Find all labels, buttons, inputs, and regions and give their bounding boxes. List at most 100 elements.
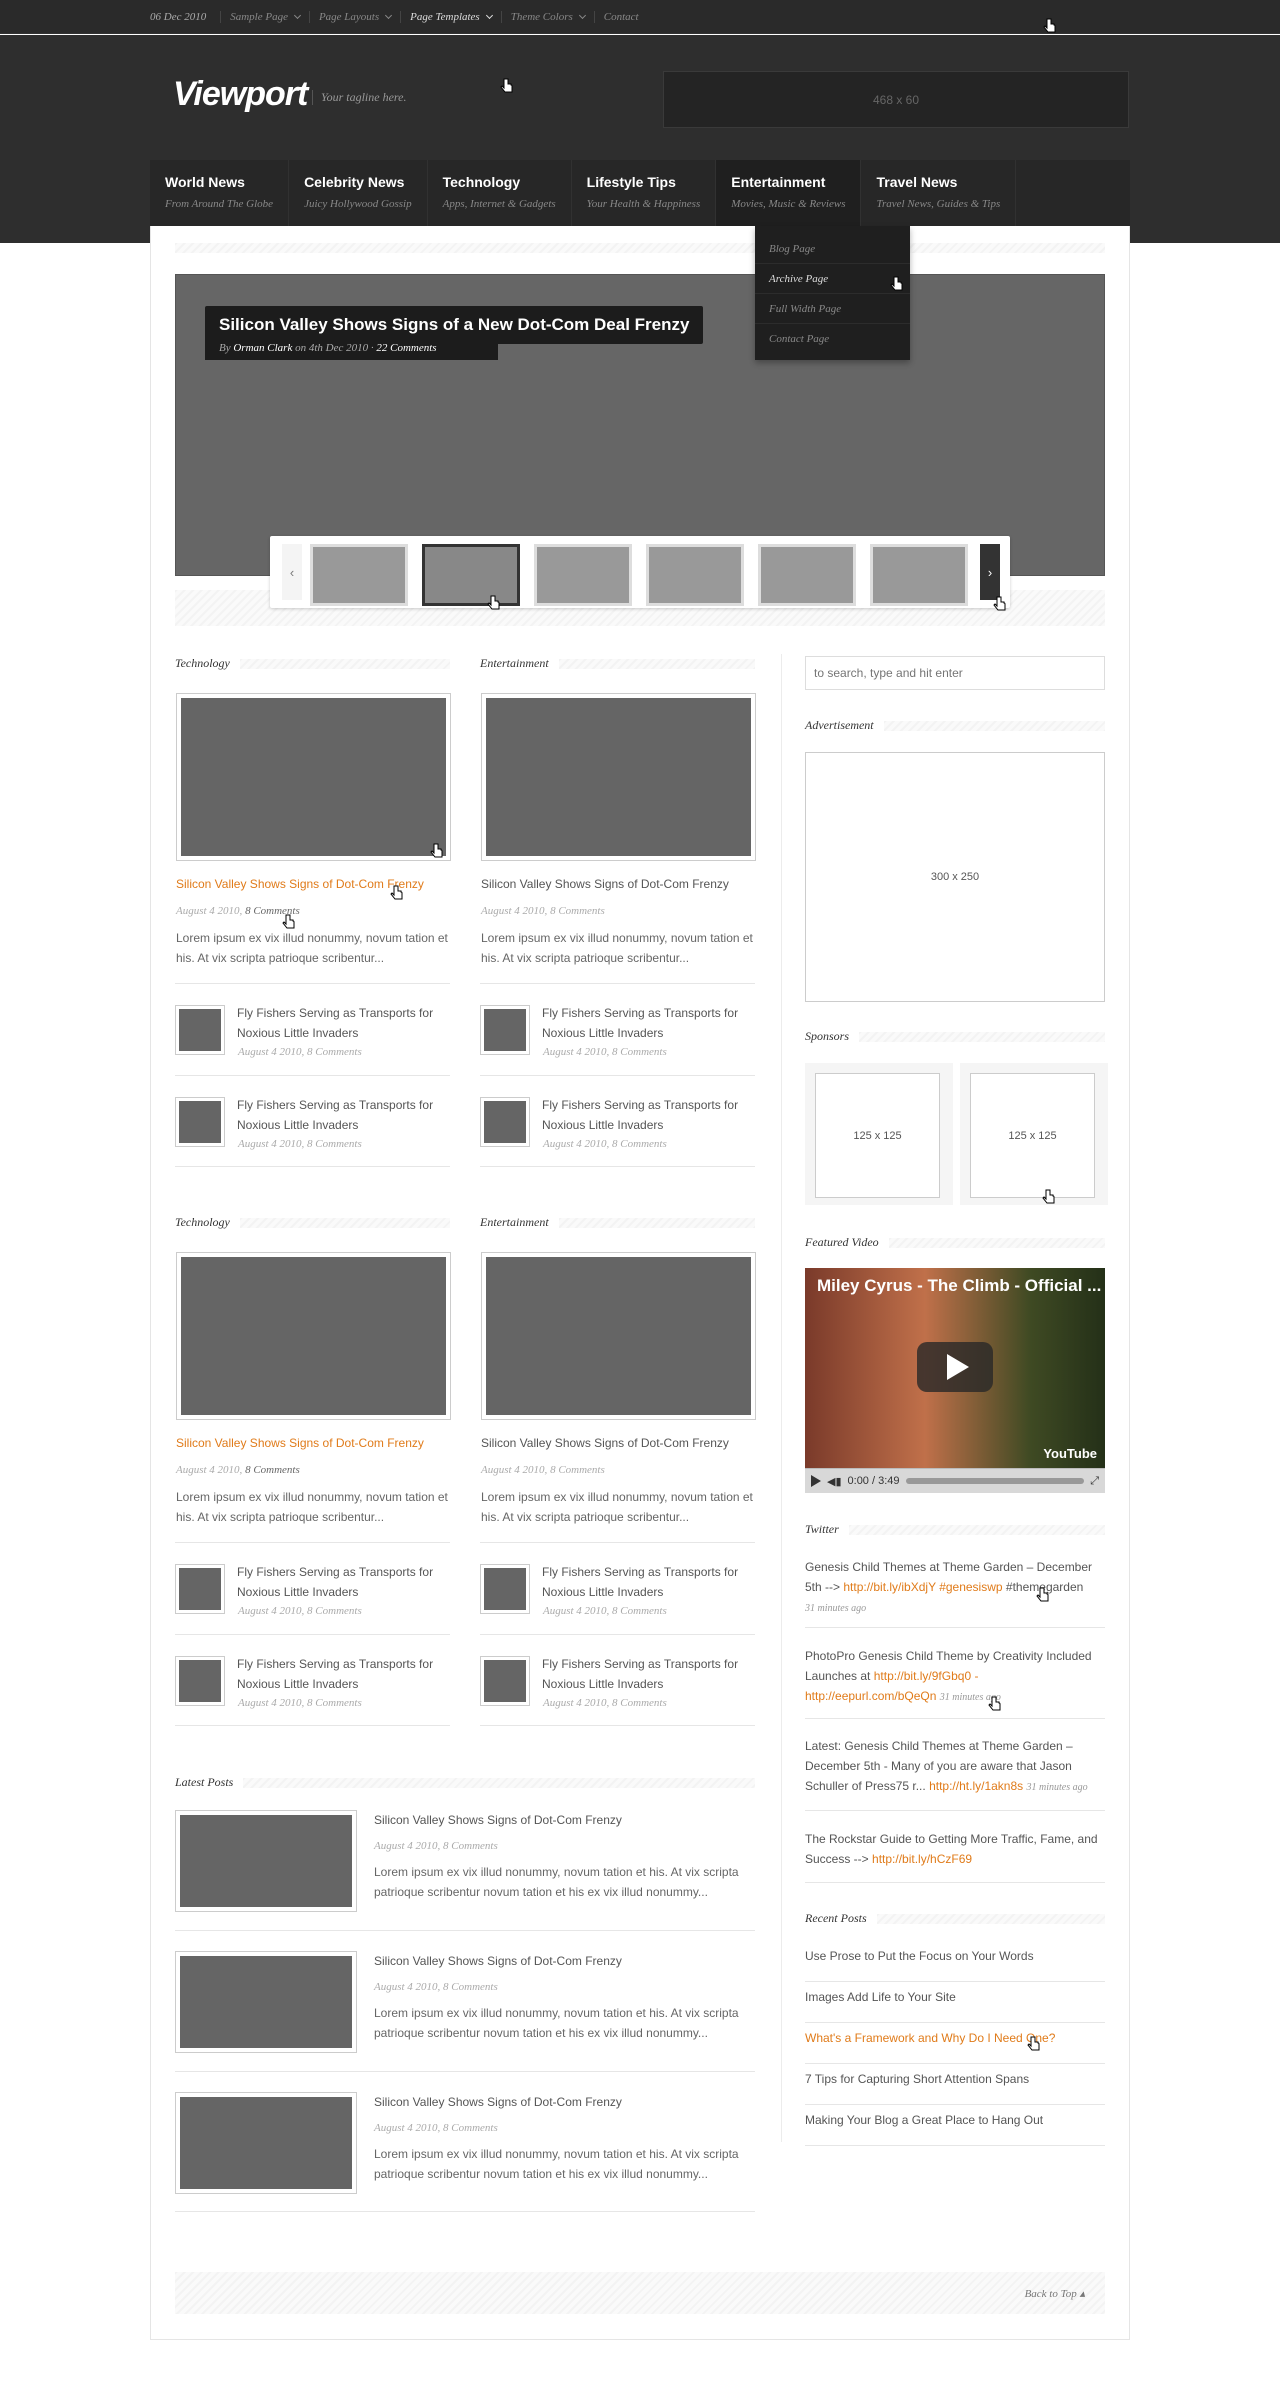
slider-next-button[interactable]: › — [980, 544, 1000, 600]
volume-icon[interactable]: ◀▮ — [827, 1475, 842, 1488]
video-progress-bar[interactable] — [905, 1478, 1085, 1484]
small-post-title[interactable]: Fly Fishers Serving as Transports for No… — [237, 1095, 447, 1135]
slider-thumbnail[interactable] — [534, 544, 632, 606]
post-comments-link[interactable]: 8 Comments — [245, 1464, 300, 1476]
top-link-contact[interactable]: Contact — [593, 11, 648, 23]
chevron-down-icon — [485, 11, 493, 20]
sponsor-ad-125x125[interactable]: 125 x 125 — [970, 1073, 1095, 1198]
post-image[interactable] — [176, 1252, 451, 1420]
latest-post-title[interactable]: Silicon Valley Shows Signs of Dot-Com Fr… — [374, 2095, 622, 2109]
pointer-cursor-icon — [1036, 1587, 1049, 1602]
dropdown-item-full-width-page[interactable]: Full Width Page — [755, 294, 910, 324]
post-image[interactable] — [481, 693, 756, 861]
pointer-cursor-icon — [890, 276, 903, 291]
post-thumbnail[interactable] — [175, 1656, 225, 1706]
nav-item-entertainment[interactable]: Entertainment Movies, Music & Reviews — [716, 160, 862, 226]
top-link-page-layouts[interactable]: Page Layouts — [308, 11, 400, 23]
post-thumbnail[interactable] — [175, 1005, 225, 1055]
post-thumbnail[interactable] — [480, 1564, 530, 1614]
slider-thumbnail[interactable] — [870, 544, 968, 606]
slider-comments-link[interactable]: 22 Comments — [376, 342, 436, 354]
post-thumbnail[interactable] — [480, 1005, 530, 1055]
sidebar-divider — [781, 654, 782, 2142]
pointer-cursor-icon — [500, 78, 513, 93]
tweet-link[interactable]: http://bit.ly/ibXdjY #genesiswp — [843, 1580, 1002, 1594]
separator — [480, 983, 755, 984]
top-link-theme-colors[interactable]: Theme Colors — [500, 11, 594, 23]
slider-author-link[interactable]: Orman Clark — [233, 342, 292, 354]
search-input[interactable] — [805, 656, 1105, 690]
small-post-meta: August 4 2010, 8 Comments — [543, 1046, 667, 1058]
post-meta: August 4 2010, 8 Comments — [176, 1464, 300, 1476]
post-thumbnail[interactable] — [480, 1656, 530, 1706]
post-title[interactable]: Silicon Valley Shows Signs of Dot-Com Fr… — [481, 877, 729, 891]
featured-video-player[interactable]: Miley Cyrus - The Climb - Official ... Y… — [805, 1268, 1105, 1493]
small-post-title[interactable]: Fly Fishers Serving as Transports for No… — [237, 1003, 447, 1043]
play-icon[interactable] — [811, 1475, 821, 1487]
latest-post-image[interactable] — [175, 1951, 357, 2053]
recent-post-link[interactable]: Images Add Life to Your Site — [805, 1982, 1105, 2023]
video-title[interactable]: Miley Cyrus - The Climb - Official ... — [817, 1276, 1101, 1296]
nav-item-world-news[interactable]: World News From Around The Globe — [150, 160, 290, 226]
slider-thumbnail[interactable] — [758, 544, 856, 606]
post-image[interactable] — [481, 1252, 756, 1420]
small-post-title[interactable]: Fly Fishers Serving as Transports for No… — [542, 1003, 752, 1043]
recent-post-link[interactable]: 7 Tips for Capturing Short Attention Spa… — [805, 2064, 1105, 2105]
pointer-cursor-icon — [487, 595, 500, 610]
top-bar-links: 06 Dec 2010 Sample Page Page Layouts Pag… — [150, 0, 1130, 34]
site-logo[interactable]: Viewport — [173, 75, 308, 114]
small-post-title[interactable]: Fly Fishers Serving as Transports for No… — [237, 1562, 447, 1602]
tweet: The Rockstar Guide to Getting More Traff… — [805, 1832, 1098, 1866]
pointer-cursor-icon — [282, 914, 295, 929]
post-thumbnail[interactable] — [175, 1564, 225, 1614]
top-link-sample-page[interactable]: Sample Page — [220, 11, 309, 23]
small-post-title[interactable]: Fly Fishers Serving as Transports for No… — [542, 1654, 752, 1694]
post-title[interactable]: Silicon Valley Shows Signs of Dot-Com Fr… — [176, 877, 424, 891]
recent-post-link[interactable]: What's a Framework and Why Do I Need One… — [805, 2023, 1105, 2064]
small-post-meta: August 4 2010, 8 Comments — [238, 1138, 362, 1150]
slider-thumbnail-active[interactable] — [422, 544, 520, 606]
latest-post-title[interactable]: Silicon Valley Shows Signs of Dot-Com Fr… — [374, 1813, 622, 1827]
sidebar-ad-300x250[interactable]: 300 x 250 — [805, 752, 1105, 1002]
pointer-cursor-icon — [1042, 1189, 1055, 1204]
nav-item-travel-news[interactable]: Travel News Travel News, Guides & Tips — [861, 160, 1017, 226]
section-title-technology: Technology — [175, 656, 450, 671]
post-title[interactable]: Silicon Valley Shows Signs of Dot-Com Fr… — [176, 1436, 424, 1450]
small-post-title[interactable]: Fly Fishers Serving as Transports for No… — [237, 1654, 447, 1694]
slider-thumbnail[interactable] — [646, 544, 744, 606]
latest-post-title[interactable]: Silicon Valley Shows Signs of Dot-Com Fr… — [374, 1954, 622, 1968]
small-post-meta: August 4 2010, 8 Comments — [543, 1697, 667, 1709]
pointer-cursor-icon — [1043, 18, 1056, 33]
post-thumbnail[interactable] — [175, 1097, 225, 1147]
dropdown-item-blog-page[interactable]: Blog Page — [755, 234, 910, 264]
nav-item-technology[interactable]: Technology Apps, Internet & Gadgets — [428, 160, 572, 226]
back-to-top-link[interactable]: Back to Top ▴ — [1025, 2287, 1085, 2300]
post-title[interactable]: Silicon Valley Shows Signs of Dot-Com Fr… — [481, 1436, 729, 1450]
small-post-title[interactable]: Fly Fishers Serving as Transports for No… — [542, 1562, 752, 1602]
latest-post-image[interactable] — [175, 2092, 357, 2194]
recent-post-link[interactable]: Use Prose to Put the Focus on Your Words — [805, 1941, 1105, 1982]
post-image[interactable] — [176, 693, 451, 861]
slider-thumbnail[interactable] — [310, 544, 408, 606]
top-link-page-templates[interactable]: Page Templates — [400, 11, 501, 23]
header-banner-ad[interactable]: 468 x 60 — [663, 71, 1129, 128]
separator — [175, 2211, 755, 2212]
fullscreen-icon[interactable]: ⤢ — [1090, 1475, 1099, 1488]
youtube-logo[interactable]: YouTube — [1043, 1446, 1097, 1461]
nav-item-lifestyle-tips[interactable]: Lifestyle Tips Your Health & Happiness — [572, 160, 717, 226]
video-play-button[interactable] — [917, 1342, 993, 1392]
post-thumbnail[interactable] — [480, 1097, 530, 1147]
post-meta: August 4 2010, 8 Comments — [481, 905, 605, 917]
small-post-title[interactable]: Fly Fishers Serving as Transports for No… — [542, 1095, 752, 1135]
tweet-link[interactable]: http://ht.ly/1akn8s — [929, 1779, 1023, 1793]
dropdown-item-archive-page[interactable]: Archive Page — [755, 264, 910, 294]
recent-post-link[interactable]: Making Your Blog a Great Place to Hang O… — [805, 2105, 1105, 2146]
slider-prev-button[interactable]: ‹ — [282, 544, 302, 600]
tweet-link[interactable]: http://bit.ly/hCzF69 — [872, 1852, 972, 1866]
small-post-meta: August 4 2010, 8 Comments — [543, 1138, 667, 1150]
pointer-cursor-icon — [390, 885, 403, 900]
sponsor-ad-125x125[interactable]: 125 x 125 — [815, 1073, 940, 1198]
dropdown-item-contact-page[interactable]: Contact Page — [755, 324, 910, 354]
latest-post-image[interactable] — [175, 1810, 357, 1912]
nav-item-celebrity-news[interactable]: Celebrity News Juicy Hollywood Gossip — [289, 160, 428, 226]
